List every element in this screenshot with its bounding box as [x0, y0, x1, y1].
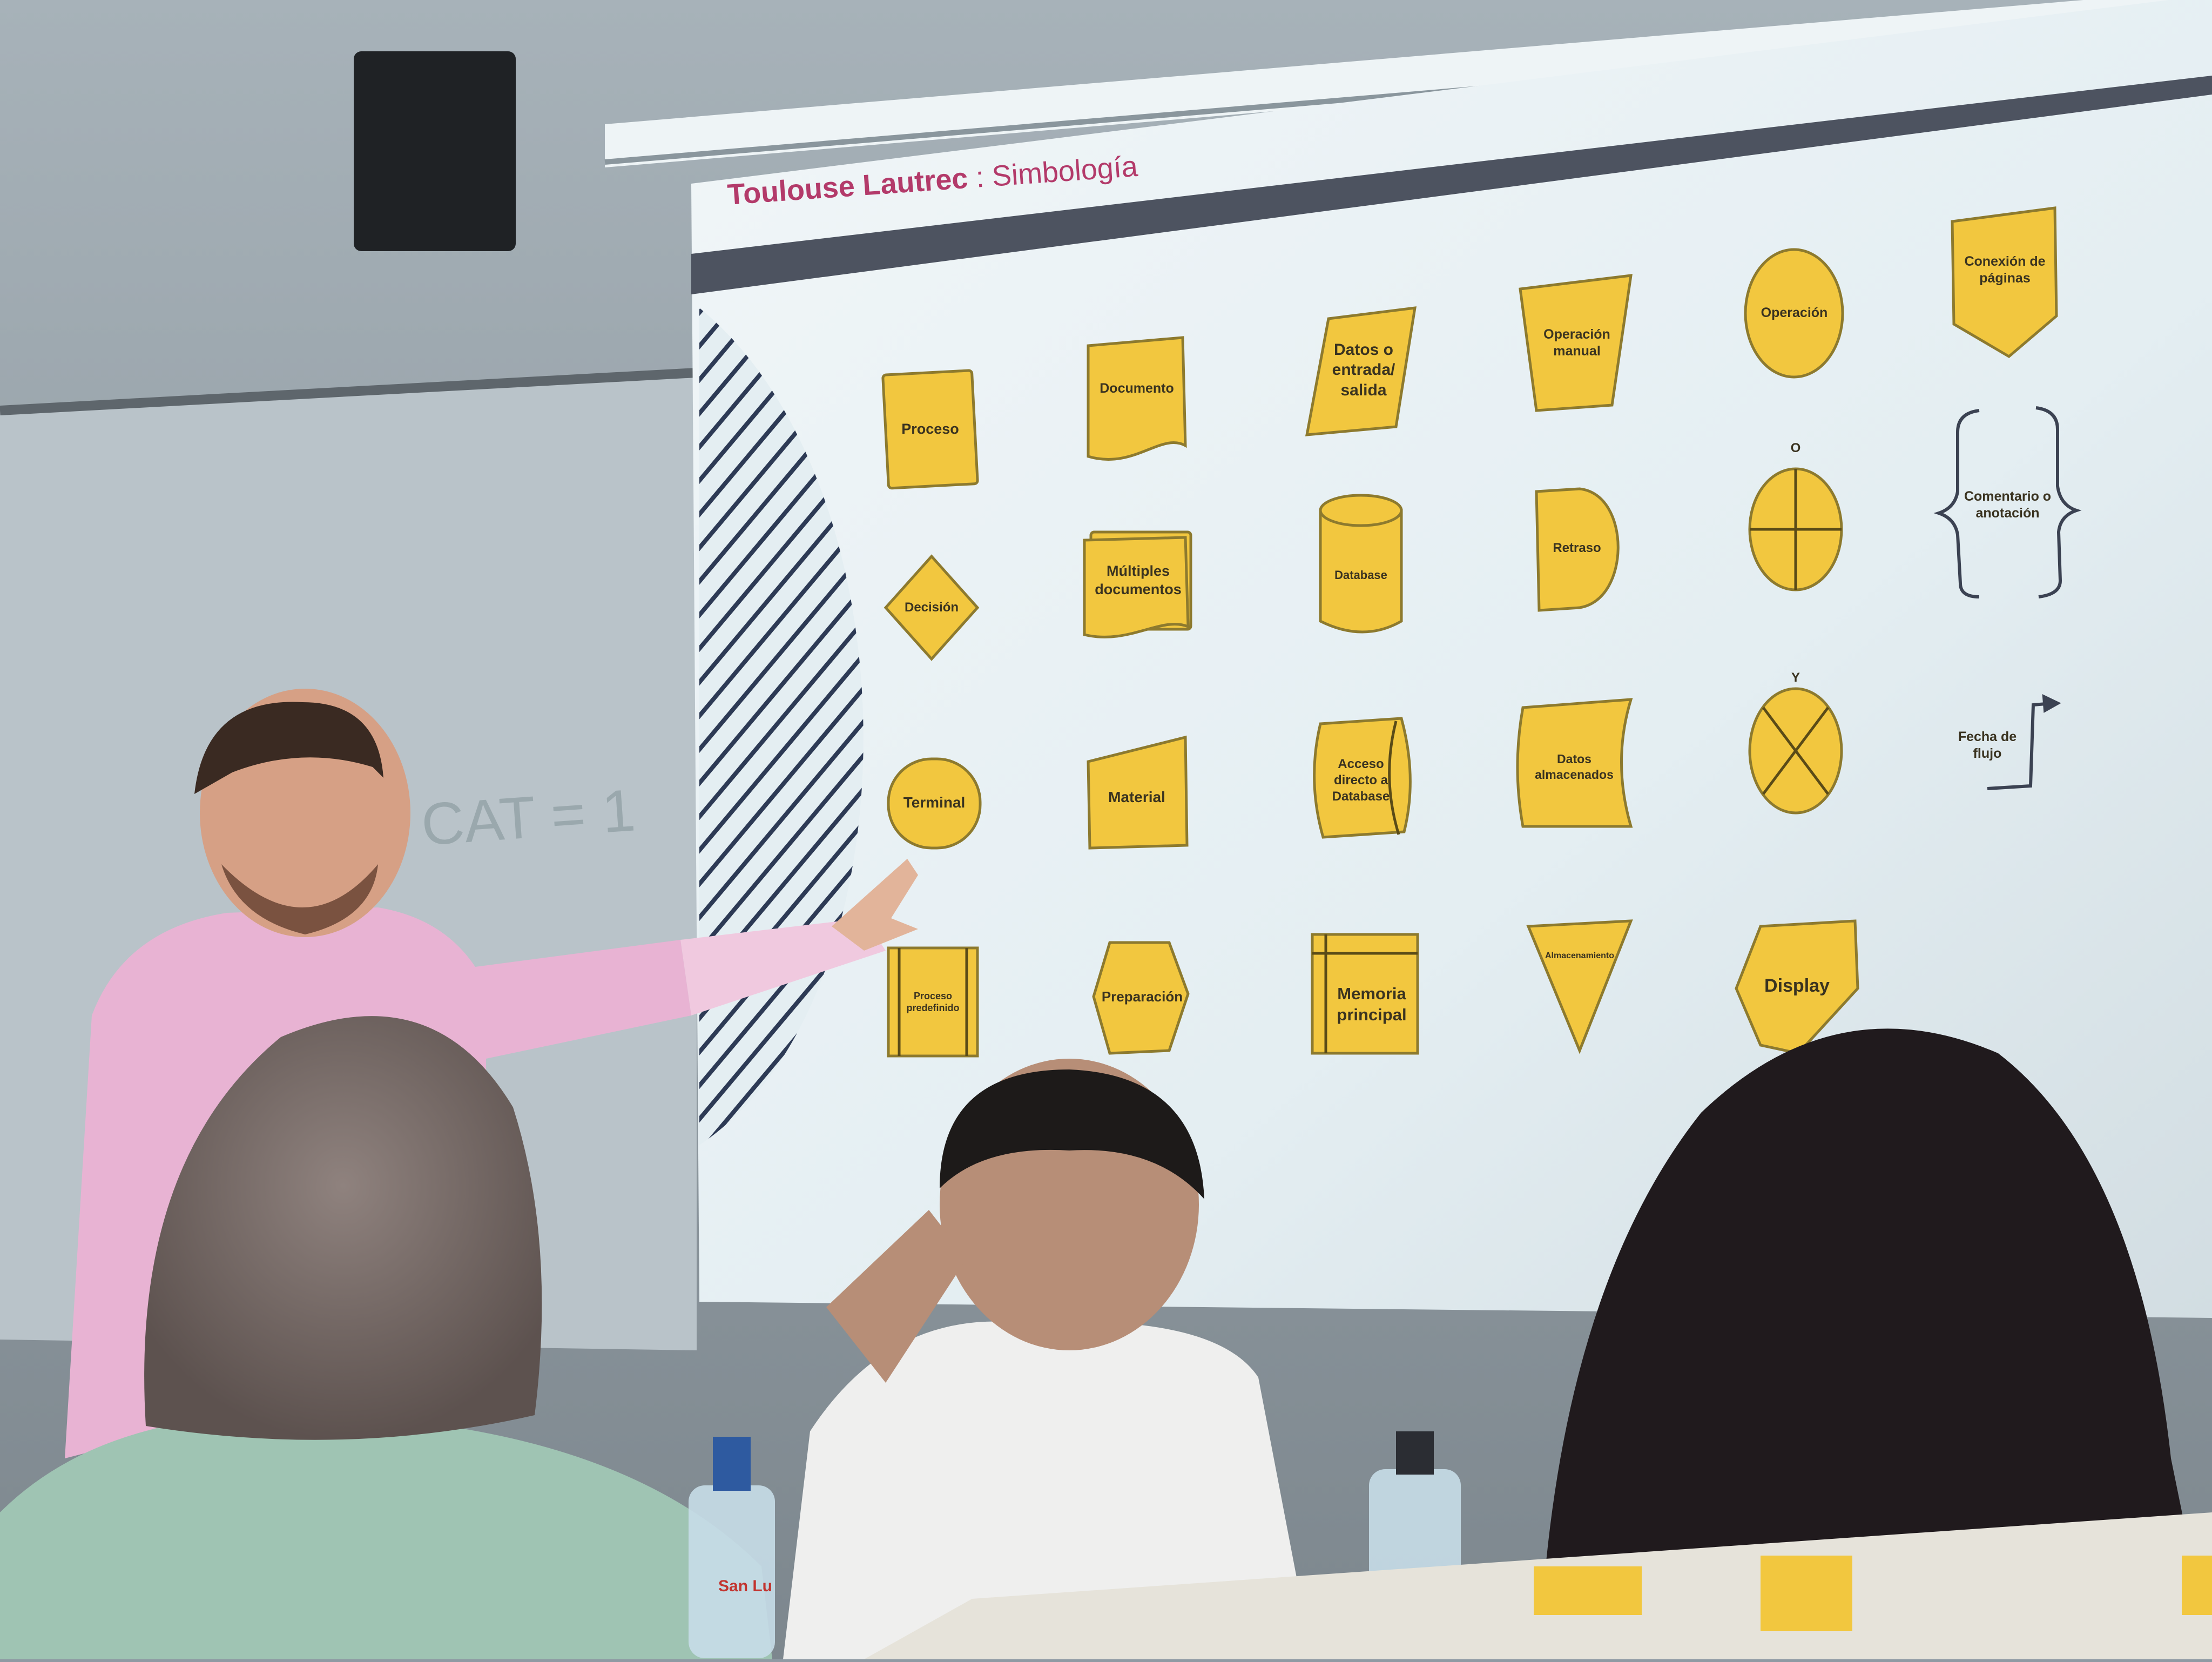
preparacion-shape: [1092, 941, 1190, 1055]
wall-speaker: [354, 51, 516, 251]
y-symbol-shape: [1748, 687, 1843, 815]
multiples-documentos-shape: [1083, 530, 1192, 638]
terminal-shape: [887, 757, 982, 850]
acceso-directo-shape: [1313, 717, 1412, 839]
database-shape: [1319, 494, 1403, 634]
proceso-predefinido-shape: [887, 946, 979, 1058]
o-symbol-shape: [1748, 467, 1843, 591]
proceso-shape: [881, 369, 979, 490]
retraso-shape: [1535, 487, 1620, 612]
memoria-principal-shape: [1311, 933, 1419, 1055]
classroom-photo: Toulouse Lautrec : Simbología Proceso Do…: [0, 0, 2212, 1659]
bottle-brand-label: San Lu: [718, 1577, 773, 1595]
photo-scene: [0, 0, 2212, 1659]
datos-almacenados-shape: [1516, 698, 1633, 828]
operacion-shape: [1744, 248, 1844, 379]
operacion-manual-shape: [1519, 274, 1633, 412]
documento-shape: [1087, 336, 1187, 461]
